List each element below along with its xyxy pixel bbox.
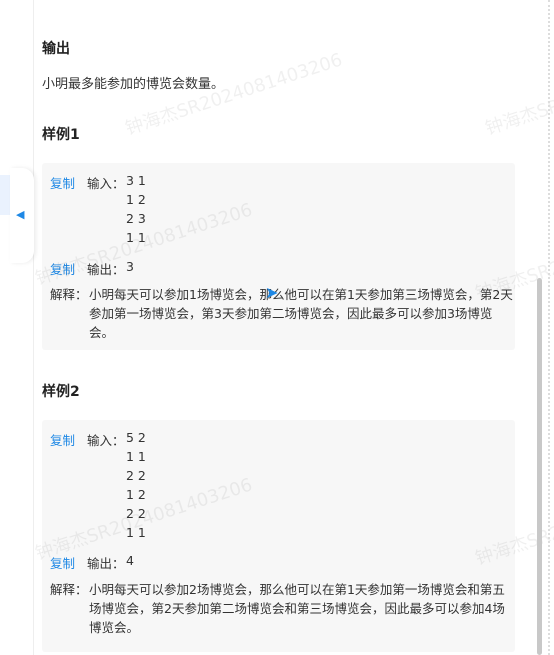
input-label: 输入： — [87, 433, 125, 448]
copy-input-button[interactable]: 复制 — [50, 173, 87, 249]
divider — [548, 0, 550, 655]
explanation-label: 解释： — [50, 582, 88, 597]
input-label: 输入： — [87, 176, 125, 191]
output-description: 小明最多能参加的博览会数量。 — [42, 77, 225, 92]
input-values: 3 1 1 2 2 3 1 1 — [126, 173, 146, 249]
input-line: 1 1 — [126, 449, 146, 464]
copy-input-button[interactable]: 复制 — [50, 430, 87, 544]
copy-output-button[interactable]: 复制 — [50, 259, 87, 278]
left-panel — [0, 0, 34, 655]
input-line: 2 2 — [126, 506, 146, 521]
sample2-box: 复制 输入： 5 2 1 1 2 2 1 2 2 2 1 1 复制 输出： 4 … — [42, 420, 515, 652]
input-line: 1 1 — [126, 525, 146, 540]
input-line: 3 1 — [126, 173, 146, 188]
explanation-text: 小明每天可以参加2场博览会，那么他可以在第1天参加第一场博览会和第五场博览会，第… — [89, 582, 505, 635]
input-line: 1 1 — [126, 230, 146, 245]
copy-output-button[interactable]: 复制 — [50, 553, 87, 572]
output-label: 输出： — [87, 262, 125, 277]
watermark: 钟海杰SR2024081403206 — [122, 49, 345, 140]
mouse-cursor-icon: ➤ — [265, 283, 279, 302]
sample1-heading: 样例1 — [42, 127, 80, 143]
input-values: 5 2 1 1 2 2 1 2 2 2 1 1 — [126, 430, 146, 544]
output-label: 输出： — [87, 556, 125, 571]
explanation-text: 小明每天可以参加1场博览会，那么他可以在第1天参加第三场博览会，第2天参加第一场… — [89, 287, 513, 340]
input-line: 2 2 — [126, 468, 146, 483]
explanation-label: 解释： — [50, 287, 88, 302]
watermark: 钟海杰SR2024081403206 — [482, 49, 554, 140]
output-value: 4 — [126, 553, 134, 568]
sample2-heading: 样例2 — [42, 384, 80, 400]
scrollbar[interactable] — [537, 278, 542, 655]
input-line: 1 2 — [126, 192, 146, 207]
input-line: 5 2 — [126, 430, 146, 445]
input-line: 2 3 — [126, 211, 146, 226]
output-heading: 输出 — [42, 41, 70, 57]
input-line: 1 2 — [126, 487, 146, 502]
caret-left-icon: ◀ — [16, 208, 25, 221]
sample1-box: 复制 输入： 3 1 1 2 2 3 1 1 复制 输出： 3 解释： 小明每天… — [42, 163, 515, 350]
output-value: 3 — [126, 259, 134, 274]
collapse-panel-button[interactable]: ◀ — [10, 168, 34, 263]
